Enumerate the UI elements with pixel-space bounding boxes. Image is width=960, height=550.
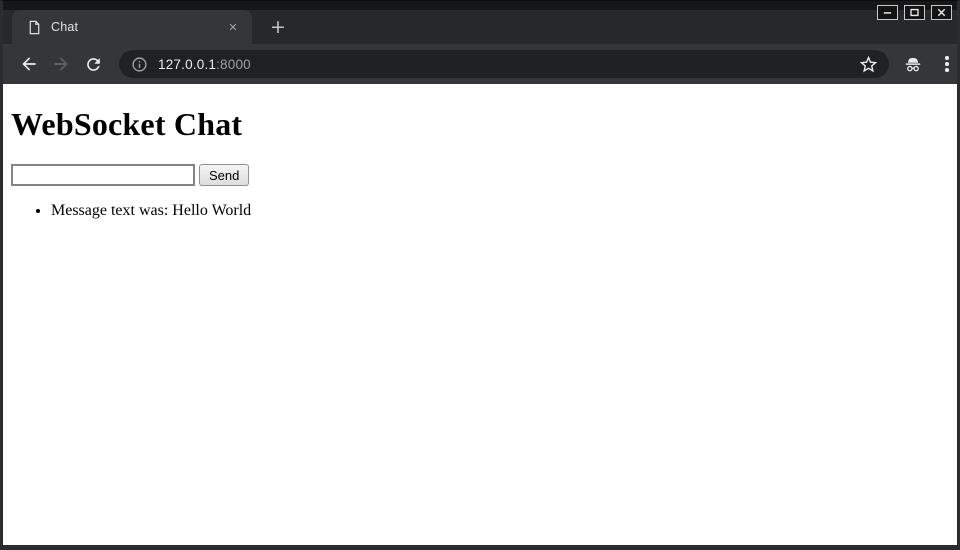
forward-button[interactable] [49,52,73,76]
window-controls [877,5,952,20]
tab-strip: Chat ✕ + [3,1,957,44]
back-button[interactable] [17,52,41,76]
browser-menu-button[interactable] [935,52,959,76]
kebab-menu-icon [945,56,949,60]
tab-close-icon[interactable]: ✕ [224,18,242,36]
close-button[interactable] [931,5,952,20]
reload-button[interactable] [81,52,105,76]
url-text[interactable]: 127.0.0.1:8000 [158,57,858,72]
message-list: Message text was: Hello World [11,202,949,220]
browser-tab-chat[interactable]: Chat ✕ [12,10,252,44]
message-input[interactable] [11,164,195,186]
star-outline-icon[interactable] [858,54,879,75]
refresh-icon [84,55,103,74]
address-bar[interactable]: 127.0.0.1:8000 [119,50,889,78]
page-content: WebSocket Chat Send Message text was: He… [3,84,957,545]
send-button[interactable]: Send [199,164,249,186]
minimize-button[interactable] [877,5,898,20]
incognito-button[interactable] [901,52,925,76]
browser-toolbar: 127.0.0.1:8000 [3,44,957,84]
browser-window: Chat ✕ + 127.0.0.1:8000 [0,0,960,550]
chat-form: Send [11,164,949,186]
tab-title: Chat [51,20,224,34]
maximize-icon [909,7,920,18]
page-title: WebSocket Chat [11,106,949,143]
url-host: 127.0.0.1 [158,57,216,72]
url-port: :8000 [216,57,251,72]
document-page-icon [27,20,42,35]
minimize-icon [882,7,893,18]
arrow-left-icon [19,54,39,74]
close-icon [936,7,947,18]
maximize-button[interactable] [904,5,925,20]
message-list-item: Message text was: Hello World [51,202,949,220]
incognito-icon [902,53,924,75]
arrow-right-icon [51,54,71,74]
new-tab-button[interactable]: + [265,14,291,40]
info-circle-icon[interactable] [131,56,148,73]
